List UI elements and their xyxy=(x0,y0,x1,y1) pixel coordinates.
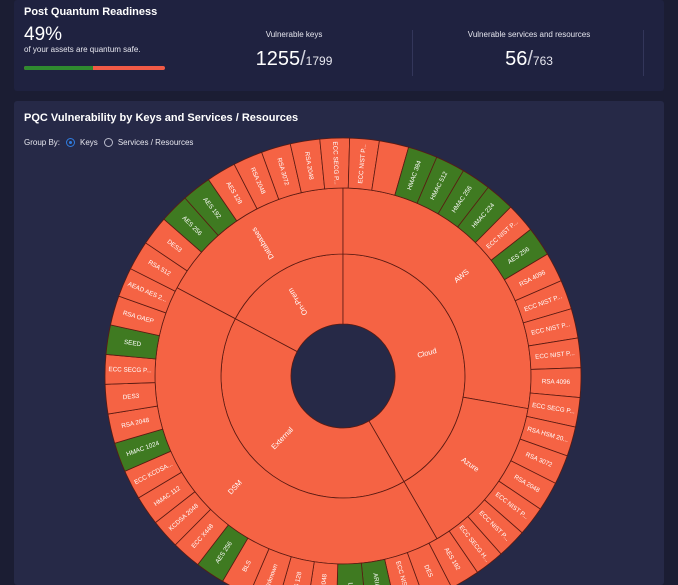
pqc-vulnerability-card: PQC Vulnerability by Keys and Services /… xyxy=(14,101,664,585)
metric-divider xyxy=(643,30,644,76)
key-label: RSA 4096 xyxy=(542,378,571,386)
vulnerable-keys-count: 1255 xyxy=(255,48,301,70)
readiness-title: Post Quantum Readiness xyxy=(24,6,158,18)
readiness-progress-fill xyxy=(24,66,94,70)
quantum-safe-caption: of your assets are quantum safe. xyxy=(24,45,141,54)
vulnerable-keys-label: Vulnerable keys xyxy=(265,30,323,39)
quantum-safe-percent: 49% xyxy=(24,24,63,45)
metric-divider xyxy=(412,30,413,76)
vulnerable-keys-value: 1255/1799 xyxy=(255,48,333,70)
vulnerable-services-label: Vulnerable services and resources xyxy=(467,30,591,39)
key-label: ECC SECG P... xyxy=(108,366,152,374)
vulnerable-services-count: 56 xyxy=(505,48,528,70)
sunburst-chart: On-PremCloudExternalDatabasesAWSAzureDSM… xyxy=(104,137,582,585)
total-keys-count: 1799 xyxy=(305,54,333,68)
total-services-count: 763 xyxy=(532,54,553,68)
readiness-progress-bar xyxy=(24,66,165,70)
post-quantum-readiness-card: Post Quantum Readiness 49% of your asset… xyxy=(14,0,664,91)
vulnerable-services-value: 56/763 xyxy=(505,48,553,70)
